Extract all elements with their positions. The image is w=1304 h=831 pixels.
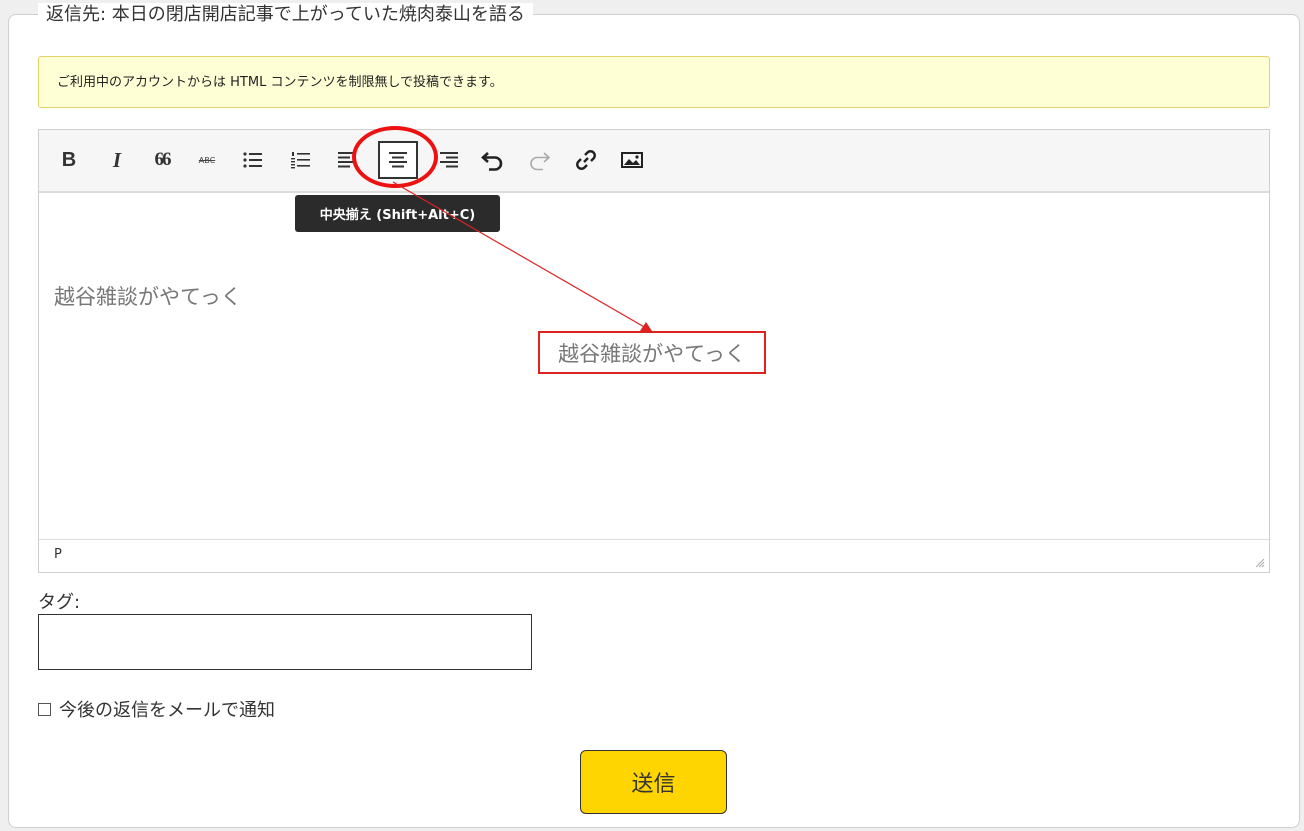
undo-icon [481, 152, 503, 171]
annotation-preview-box: 越谷雑談がやてっく [538, 331, 766, 374]
notify-checkbox[interactable] [38, 702, 51, 716]
image-icon [621, 152, 643, 168]
editor-statusbar: P [39, 539, 1269, 572]
align-left-icon [338, 152, 356, 168]
image-button[interactable] [616, 144, 648, 176]
redo-icon [530, 152, 551, 171]
blockquote-icon: 66 [154, 149, 172, 170]
align-center-tooltip: 中央揃え (Shift+Alt+C) [295, 195, 500, 232]
tag-label: タグ: [38, 592, 81, 613]
tag-input[interactable] [38, 614, 532, 670]
align-right-button[interactable] [433, 144, 465, 176]
align-center-icon [389, 152, 407, 168]
link-icon [576, 150, 596, 170]
notify-option[interactable]: 今後の返信をメールで通知 [38, 696, 275, 722]
reply-title: 返信先: 本日の閉店開店記事で上がっていた焼肉泰山を語る [38, 3, 533, 27]
bold-icon: B [61, 148, 77, 171]
element-path: P [54, 547, 62, 562]
annotation-preview-text: 越谷雑談がやてっく [558, 341, 746, 366]
html-notice: ご利用中のアカウントからは HTML コンテンツを制限無しで投稿できます。 [38, 56, 1270, 108]
editor-text: 越谷雑談がやてっく [54, 285, 242, 309]
align-center-button[interactable] [378, 141, 418, 179]
numbered-list-icon [291, 152, 310, 169]
bullet-list-button[interactable] [237, 144, 269, 176]
link-button[interactable] [570, 144, 602, 176]
bullet-list-icon [243, 152, 262, 168]
align-right-icon [440, 152, 458, 168]
resize-grip-icon[interactable] [1255, 558, 1265, 568]
bold-button[interactable]: B [53, 144, 85, 176]
italic-icon: I [112, 147, 122, 172]
numbered-list-button[interactable] [285, 144, 317, 176]
strikethrough-icon: ABC [198, 155, 216, 165]
italic-button[interactable]: I [101, 144, 133, 176]
align-left-button[interactable] [331, 144, 363, 176]
redo-button[interactable] [523, 144, 555, 176]
notify-label: 今後の返信をメールで通知 [59, 700, 275, 721]
editor-toolbar: B I 66 ABC [39, 130, 1269, 193]
undo-button[interactable] [477, 144, 509, 176]
strikethrough-button[interactable]: ABC [191, 144, 223, 176]
submit-button[interactable]: 送信 [580, 750, 727, 814]
blockquote-button[interactable]: 66 [146, 144, 178, 176]
